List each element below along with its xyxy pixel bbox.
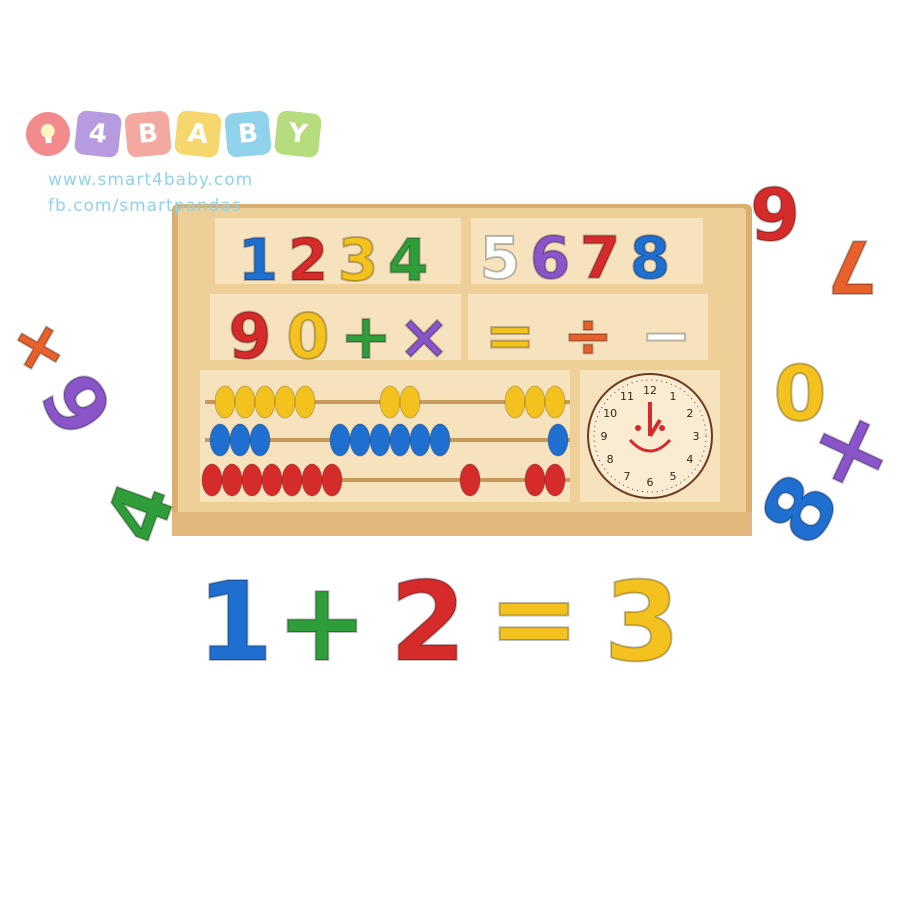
brand-tile: B (124, 110, 172, 158)
brand-logo: 4BABY www.smart4baby.com fb.com/smartpan… (24, 106, 326, 226)
tray-operator-1: ÷ (563, 301, 613, 371)
brand-tile: B (224, 110, 272, 158)
clock-number: 11 (620, 390, 634, 403)
tray-symbol-3: × (398, 300, 450, 373)
abacus-bead (349, 423, 371, 457)
clock-number: 7 (624, 470, 631, 483)
equation-number-2: 2 (390, 558, 467, 686)
abacus-bead (544, 385, 566, 419)
abacus-bead (261, 463, 283, 497)
abacus-bead (249, 423, 271, 457)
tray-number-5: 5 (480, 224, 520, 292)
tray-symbol-0: 9 (228, 300, 271, 373)
abacus-bead (544, 463, 566, 497)
abacus-bead (524, 385, 546, 419)
brand-tile: A (173, 109, 223, 159)
abacus-bead (409, 423, 431, 457)
brand-tile: Y (273, 109, 323, 159)
website-url[interactable]: www.smart4baby.com (48, 170, 253, 190)
tray-number-1: 1 (238, 226, 278, 294)
abacus-bead (221, 463, 243, 497)
tray-number-8: 8 (630, 224, 670, 292)
abacus-bead (214, 385, 236, 419)
abacus-bead (241, 463, 263, 497)
abacus-bead (209, 423, 231, 457)
clock-number: 12 (643, 384, 657, 397)
abacus-bead (254, 385, 276, 419)
abacus-bead (429, 423, 451, 457)
clock-number: 4 (686, 453, 693, 466)
tray-operator-0: = (485, 301, 535, 371)
clock-number: 3 (693, 430, 700, 443)
equation-result-3: 3 (604, 558, 681, 686)
abacus-bead (201, 463, 223, 497)
tray-number-7: 7 (580, 224, 620, 292)
abacus-bead (389, 423, 411, 457)
abacus-bead (399, 385, 421, 419)
abacus-bead (524, 463, 546, 497)
tray-number-4: 4 (388, 226, 428, 294)
lightbulb-icon (24, 110, 72, 158)
clock-number: 2 (686, 407, 693, 420)
abacus-bead (281, 463, 303, 497)
facebook-url[interactable]: fb.com/smartpandas (48, 196, 242, 216)
abacus-bead (274, 385, 296, 419)
abacus-bead (369, 423, 391, 457)
equation-number-1: 1 (197, 558, 274, 686)
clock: 12 1234567891011 (587, 373, 713, 499)
equation-equals: = (488, 554, 580, 682)
tray-number-6: 6 (530, 224, 570, 292)
abacus-bead (301, 463, 323, 497)
abacus-bead (504, 385, 526, 419)
loose-piece-0: 9 (750, 173, 800, 257)
clock-number: 1 (670, 390, 677, 403)
clock-number: 8 (607, 453, 614, 466)
abacus-bead (379, 385, 401, 419)
abacus-bead (329, 423, 351, 457)
tray-number-3: 3 (338, 226, 378, 294)
abacus-bead (459, 463, 481, 497)
tray-symbol-2: + (340, 300, 392, 373)
clock-number: 10 (603, 407, 617, 420)
equation-plus: + (276, 558, 368, 686)
tray-operator-2: − (641, 301, 691, 371)
tray-symbol-1: 0 (286, 300, 329, 373)
abacus-bead (229, 423, 251, 457)
abacus-bead (234, 385, 256, 419)
clock-number: 9 (601, 430, 608, 443)
tray-number-2: 2 (288, 226, 328, 294)
abacus-bead (547, 423, 569, 457)
loose-piece-1: 7 (827, 225, 877, 309)
brand-tile: 4 (73, 109, 123, 159)
clock-number: 6 (647, 476, 654, 489)
abacus-bead (321, 463, 343, 497)
clock-number: 5 (670, 470, 677, 483)
abacus-bead (294, 385, 316, 419)
abacus (201, 385, 570, 497)
